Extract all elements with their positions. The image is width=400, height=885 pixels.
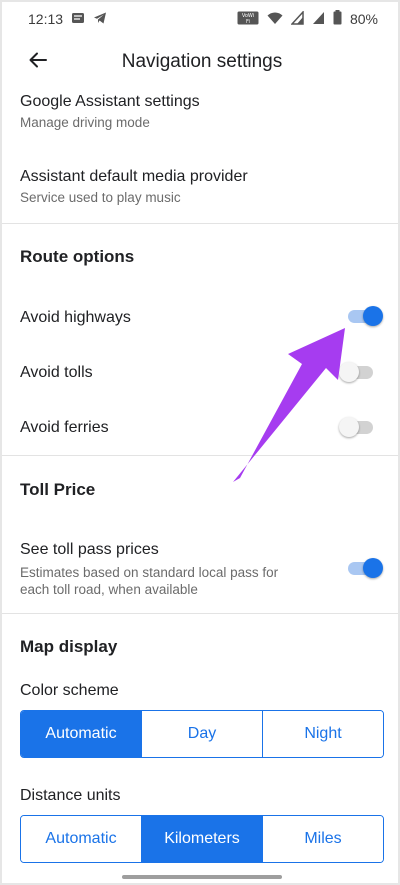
distance-units-kilometers[interactable]: Kilometers [142,816,263,862]
row-subtitle: Estimates based on standard local pass f… [20,565,279,580]
toggle-thumb [339,417,359,437]
back-button[interactable] [10,36,66,88]
wifi-icon [267,11,283,28]
screen-frame: 12:13 VoWi Fi 80% Navigation settings Go… [0,0,400,885]
row-title: Assistant default media provider [20,168,248,185]
distance-units-label: Distance units [20,787,121,804]
toggle-thumb [339,362,359,382]
section-title-toll-price: Toll Price [20,480,96,499]
app-bar: Navigation settings [2,36,398,88]
telegram-icon [93,11,107,28]
distance-units-selector: Automatic Kilometers Miles [20,815,384,863]
color-scheme-label: Color scheme [20,682,119,699]
svg-text:Fi: Fi [246,19,250,25]
toll-prices-toggle[interactable] [348,557,383,578]
color-scheme-day[interactable]: Day [142,711,263,757]
google-assistant-settings-row[interactable]: Google Assistant settings Manage driving… [2,92,398,131]
row-subtitle: Service used to play music [20,190,181,205]
status-time: 12:13 [28,11,64,27]
divider [2,223,398,224]
assistant-media-provider-row[interactable]: Assistant default media provider Service… [2,167,398,206]
color-scheme-selector: Automatic Day Night [20,710,384,758]
toggle-thumb [363,558,383,578]
row-title: Avoid highways [20,309,131,326]
vowifi-icon: VoWi Fi [237,11,259,28]
signal-icon [290,9,304,28]
home-indicator[interactable] [122,875,282,879]
status-bar: 12:13 VoWi Fi 80% [2,2,398,36]
back-arrow-icon [27,49,49,76]
section-title-route-options: Route options [20,247,135,266]
row-subtitle: Manage driving mode [20,115,150,130]
divider [2,455,398,456]
avoid-ferries-toggle[interactable] [339,416,375,437]
signal-icon [312,11,325,28]
status-bar-right: VoWi Fi 80% [237,9,378,28]
section-title-map-display: Map display [20,637,118,656]
color-scheme-night[interactable]: Night [263,711,383,757]
row-title: See toll pass prices [20,541,159,558]
see-toll-pass-prices-row[interactable]: See toll pass prices Estimates based on … [2,540,398,598]
avoid-highways-row[interactable]: Avoid highways [2,308,398,328]
color-scheme-automatic[interactable]: Automatic [21,711,142,757]
row-subtitle: each toll road, when available [20,582,198,597]
status-bar-left: 12:13 [28,11,107,28]
avoid-highways-toggle[interactable] [348,305,383,326]
distance-units-miles[interactable]: Miles [263,816,383,862]
distance-units-automatic[interactable]: Automatic [21,816,142,862]
row-title: Google Assistant settings [20,93,200,110]
avoid-tolls-toggle[interactable] [339,361,375,382]
battery-percent: 80% [349,11,378,27]
divider [2,613,398,614]
toggle-thumb [363,306,383,326]
battery-icon [333,10,342,28]
message-icon [71,11,85,28]
